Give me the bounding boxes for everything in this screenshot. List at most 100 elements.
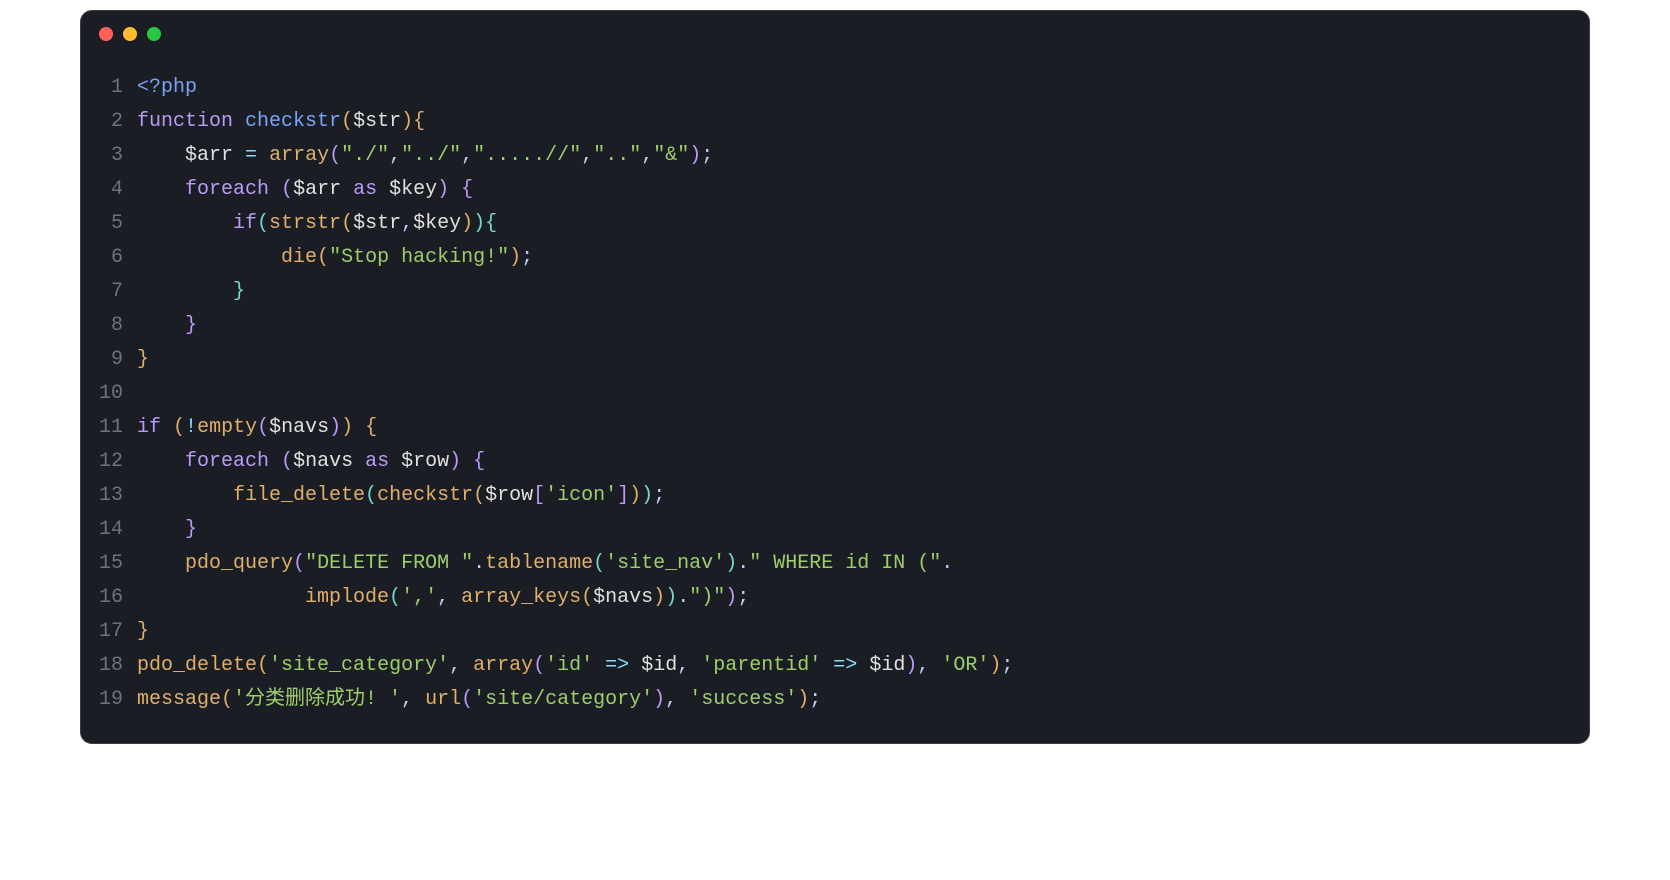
line-number: 3: [81, 139, 137, 173]
code-token: $key: [413, 212, 461, 235]
line-content[interactable]: }: [137, 615, 1589, 649]
line-number: 8: [81, 309, 137, 343]
line-content[interactable]: if(strstr($str,$key)){: [137, 207, 1589, 241]
code-token: [137, 246, 281, 269]
line-content[interactable]: foreach ($arr as $key) {: [137, 173, 1589, 207]
code-line[interactable]: 12 foreach ($navs as $row) {: [81, 445, 1589, 479]
line-content[interactable]: message('分类删除成功! ', url('site/category')…: [137, 683, 1589, 717]
line-content[interactable]: }: [137, 309, 1589, 343]
code-token: $navs: [293, 450, 353, 473]
code-token: 'site/category': [473, 688, 653, 711]
code-line[interactable]: 14 }: [81, 513, 1589, 547]
code-token: [161, 416, 173, 439]
code-token: as: [365, 450, 389, 473]
code-token: "Stop hacking!": [329, 246, 509, 269]
code-token: die: [281, 246, 317, 269]
code-token: [389, 450, 401, 473]
line-content[interactable]: }: [137, 513, 1589, 547]
code-token: ): [989, 654, 1001, 677]
line-content[interactable]: pdo_query("DELETE FROM ".tablename('site…: [137, 547, 1589, 581]
window-minimize-icon[interactable]: [123, 27, 137, 41]
code-token: if: [137, 416, 161, 439]
line-content[interactable]: implode(',', array_keys($navs)).")");: [137, 581, 1589, 615]
line-content[interactable]: }: [137, 343, 1589, 377]
code-token: ,: [461, 144, 473, 167]
code-token: $str: [353, 110, 401, 133]
line-content[interactable]: if (!empty($navs)) {: [137, 411, 1589, 445]
code-token: ): [329, 416, 341, 439]
code-token: [593, 654, 605, 677]
line-content[interactable]: [137, 377, 1589, 411]
code-token: function: [137, 110, 233, 133]
code-token: [137, 212, 233, 235]
line-content[interactable]: $arr = array("./","../",".....//","..","…: [137, 139, 1589, 173]
code-editor[interactable]: 1<?php2function checkstr($str){3 $arr = …: [81, 51, 1589, 743]
code-token: ): [473, 212, 485, 235]
code-token: ): [725, 586, 737, 609]
code-token: =>: [605, 654, 629, 677]
code-token: "..": [593, 144, 641, 167]
window-close-icon[interactable]: [99, 27, 113, 41]
code-line[interactable]: 1<?php: [81, 71, 1589, 105]
code-line[interactable]: 18pdo_delete('site_category', array('id'…: [81, 649, 1589, 683]
line-content[interactable]: function checkstr($str){: [137, 105, 1589, 139]
code-token: ): [665, 586, 677, 609]
code-line[interactable]: 10: [81, 377, 1589, 411]
code-token: =>: [833, 654, 857, 677]
code-line[interactable]: 3 $arr = array("./","../",".....//",".."…: [81, 139, 1589, 173]
code-token: [377, 178, 389, 201]
code-token: foreach: [185, 450, 269, 473]
code-token: pdo_query: [185, 552, 293, 575]
line-content[interactable]: pdo_delete('site_category', array('id' =…: [137, 649, 1589, 683]
line-content[interactable]: foreach ($navs as $row) {: [137, 445, 1589, 479]
code-line[interactable]: 19message('分类删除成功! ', url('site/category…: [81, 683, 1589, 717]
window-maximize-icon[interactable]: [147, 27, 161, 41]
code-token: "../": [401, 144, 461, 167]
code-token: [461, 654, 473, 677]
line-number: 6: [81, 241, 137, 275]
code-line[interactable]: 16 implode(',', array_keys($navs)).")");: [81, 581, 1589, 615]
code-line[interactable]: 8 }: [81, 309, 1589, 343]
code-token: ,: [401, 688, 413, 711]
code-token: file_delete: [233, 484, 365, 507]
line-number: 11: [81, 411, 137, 445]
code-line[interactable]: 13 file_delete(checkstr($row['icon']));: [81, 479, 1589, 513]
code-token: array: [473, 654, 533, 677]
code-line[interactable]: 5 if(strstr($str,$key)){: [81, 207, 1589, 241]
code-token: pdo_delete: [137, 654, 257, 677]
code-token: "./": [341, 144, 389, 167]
line-content[interactable]: }: [137, 275, 1589, 309]
code-token: [137, 178, 185, 201]
code-token: checkstr: [377, 484, 473, 507]
code-token: 'site_category': [269, 654, 449, 677]
code-token: strstr: [269, 212, 341, 235]
line-number: 10: [81, 377, 137, 411]
code-token: ]: [617, 484, 629, 507]
code-token: ): [653, 688, 665, 711]
code-line[interactable]: 9}: [81, 343, 1589, 377]
code-token: $row: [485, 484, 533, 507]
code-line[interactable]: 6 die("Stop hacking!");: [81, 241, 1589, 275]
code-token: [821, 654, 833, 677]
line-content[interactable]: file_delete(checkstr($row['icon']));: [137, 479, 1589, 513]
code-token: [857, 654, 869, 677]
code-line[interactable]: 11if (!empty($navs)) {: [81, 411, 1589, 445]
line-content[interactable]: die("Stop hacking!");: [137, 241, 1589, 275]
code-line[interactable]: 2function checkstr($str){: [81, 105, 1589, 139]
code-token: " WHERE id IN (": [749, 552, 941, 575]
code-token: .: [473, 552, 485, 575]
code-token: .: [941, 552, 953, 575]
code-token: '分类删除成功! ': [233, 688, 401, 711]
code-line[interactable]: 4 foreach ($arr as $key) {: [81, 173, 1589, 207]
code-token: $arr: [293, 178, 341, 201]
line-content[interactable]: <?php: [137, 71, 1589, 105]
code-line[interactable]: 7 }: [81, 275, 1589, 309]
code-token: ;: [809, 688, 821, 711]
code-token: ,: [449, 654, 461, 677]
line-number: 13: [81, 479, 137, 513]
code-token: [461, 450, 473, 473]
code-line[interactable]: 15 pdo_query("DELETE FROM ".tablename('s…: [81, 547, 1589, 581]
code-line[interactable]: 17}: [81, 615, 1589, 649]
code-token: "&": [653, 144, 689, 167]
code-token: [233, 110, 245, 133]
